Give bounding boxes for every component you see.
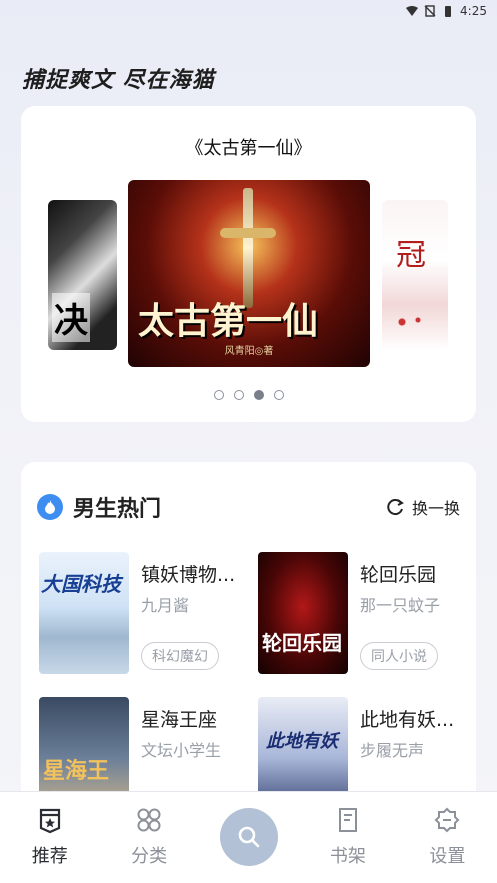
refresh-icon xyxy=(387,499,404,516)
book-cover[interactable]: 大国科技 xyxy=(39,552,129,674)
pager-dot-active[interactable] xyxy=(253,390,264,400)
battery-icon xyxy=(445,6,452,17)
cover-text: 大国科技 xyxy=(41,572,121,596)
book-card[interactable]: 轮回乐园 轮回乐园 那一只蚊子 同人小说 xyxy=(258,552,466,674)
tab-category[interactable]: 分类 xyxy=(99,792,198,868)
tab-search[interactable] xyxy=(199,792,298,866)
cover-text: 太古第一仙 xyxy=(138,300,319,342)
no-sim-icon xyxy=(424,5,436,17)
flame-icon xyxy=(37,494,63,520)
bookshelf-icon xyxy=(338,808,357,832)
book-author: 文坛小学生 xyxy=(141,741,222,760)
book-title: 镇妖博物... xyxy=(141,564,236,586)
book-cover[interactable]: 轮回乐园 xyxy=(258,552,348,674)
book-author: 九月酱 xyxy=(141,596,190,615)
banner-pager xyxy=(21,390,476,400)
tab-settings[interactable]: 设置 xyxy=(398,792,497,868)
book-tag[interactable]: 科幻魔幻 xyxy=(141,642,219,670)
section-title: 男生热门 xyxy=(73,497,162,522)
cover-author: 风青阳◎著 xyxy=(224,346,274,357)
search-button[interactable] xyxy=(219,808,278,866)
tab-recommend[interactable]: 推荐 xyxy=(0,792,99,868)
pager-dot[interactable] xyxy=(213,390,224,400)
banner-title: 《太古第一仙》 xyxy=(185,138,312,159)
tab-label: 推荐 xyxy=(31,846,68,867)
section-header: 男生热门 换一换 xyxy=(37,490,460,524)
wifi-icon xyxy=(406,6,419,16)
recommend-icon xyxy=(39,808,60,834)
cover-text: 此地有妖 xyxy=(266,731,338,752)
tab-label: 书架 xyxy=(329,846,366,867)
status-bar: 4:25 xyxy=(0,0,497,22)
pager-dot[interactable] xyxy=(273,390,284,400)
slogan: 捕捉爽文 尽在海猫 xyxy=(22,68,215,93)
pager-dot[interactable] xyxy=(233,390,244,400)
sword-illustration xyxy=(243,188,253,308)
cover-text: 决 xyxy=(52,293,90,342)
refresh-label: 换一换 xyxy=(411,499,460,518)
book-title: 轮回乐园 xyxy=(360,564,437,586)
tab-bookshelf[interactable]: 书架 xyxy=(298,792,397,868)
settings-icon xyxy=(434,807,460,833)
book-card[interactable]: 大国科技 镇妖博物... 九月酱 科幻魔幻 xyxy=(39,552,247,674)
banner-cover-prev[interactable]: 决 xyxy=(48,200,117,350)
book-tag[interactable]: 同人小说 xyxy=(360,642,438,670)
book-author: 那一只蚊子 xyxy=(360,596,441,615)
cover-text: 冠 xyxy=(396,238,426,273)
refresh-button[interactable]: 换一换 xyxy=(384,495,460,519)
banner-cover-current[interactable]: 太古第一仙 风青阳◎著 xyxy=(128,180,370,367)
book-title: 星海王座 xyxy=(141,709,218,731)
book-author: 步履无声 xyxy=(360,741,425,760)
tab-label: 设置 xyxy=(429,846,466,867)
status-time: 4:25 xyxy=(460,4,487,18)
sword-guard-illustration xyxy=(220,228,276,238)
category-icon xyxy=(137,808,161,832)
banner-carousel[interactable]: 《太古第一仙》 决 太古第一仙 风青阳◎著 冠 xyxy=(21,106,476,422)
search-icon xyxy=(238,826,259,848)
cover-text: 轮回乐园 xyxy=(262,631,342,655)
bottom-tab-bar: 推荐 分类 书架 设置 xyxy=(0,791,497,883)
tab-label: 分类 xyxy=(131,846,168,867)
cover-decoration xyxy=(390,312,430,332)
book-title: 此地有妖... xyxy=(360,709,455,731)
banner-cover-next[interactable]: 冠 xyxy=(382,200,448,350)
